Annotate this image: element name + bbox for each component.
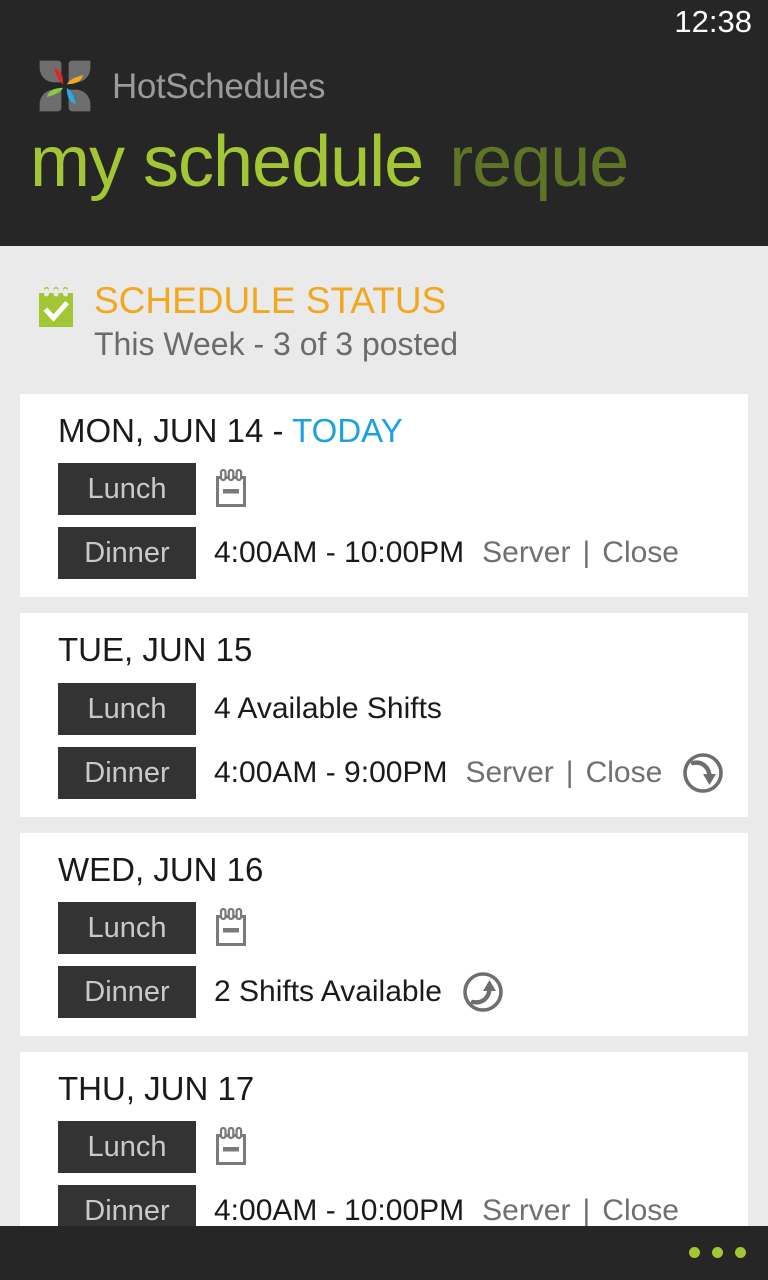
day-card-date-text: WED, JUN 16 [58, 850, 264, 888]
shift-separator: | [582, 536, 591, 570]
shift-separator: | [565, 755, 574, 789]
shift-row[interactable]: Lunch 4 Available Shifts [20, 682, 748, 735]
pickup-shift-down-arrow-icon[interactable] [662, 752, 724, 794]
day-card-date-text: THU, JUN 17 [58, 1069, 255, 1107]
dot [689, 1247, 700, 1258]
day-card[interactable]: WED, JUN 16 Lunch Dinner 2 Shifts Availa… [20, 832, 748, 1036]
shift-time: 4:00AM - 10:00PM [214, 1194, 465, 1226]
calendar-minus-icon [214, 469, 248, 509]
day-card[interactable]: MON, JUN 14 - TODAY Lunch Dinner 4:00AM … [20, 394, 748, 598]
shift-row[interactable]: Dinner 4:00AM - 9:00PM Server | Close [20, 746, 748, 799]
meal-badge-dinner[interactable]: Dinner [58, 746, 196, 799]
dot [712, 1247, 723, 1258]
shift-station: Close [602, 1194, 679, 1226]
shift-time: 4:00AM - 10:00PM [214, 536, 465, 570]
shift-row[interactable]: Lunch [20, 463, 748, 516]
day-card[interactable]: THU, JUN 17 Lunch Dinner 4:00AM - 10:00P… [20, 1051, 748, 1226]
meal-badge-lunch[interactable]: Lunch [58, 682, 196, 735]
dot [735, 1247, 746, 1258]
meal-badge-dinner[interactable]: Dinner [58, 527, 196, 580]
ellipsis-more-icon[interactable] [689, 1247, 746, 1258]
hotschedules-flower-logo-icon [36, 57, 94, 115]
day-card-date: MON, JUN 14 - TODAY [20, 410, 748, 451]
brand-name: HotSchedules [112, 66, 326, 106]
shift-row[interactable]: Lunch [20, 1121, 748, 1174]
meal-badge-dinner[interactable]: Dinner [58, 1185, 196, 1226]
shift-station: Close [602, 536, 679, 570]
shift-role: Server [482, 536, 571, 570]
schedule-status-title: SCHEDULE STATUS [94, 280, 447, 321]
day-card-date-text: MON, JUN 14 - [58, 412, 293, 450]
day-card-date: THU, JUN 17 [20, 1068, 748, 1109]
calendar-check-icon [36, 282, 76, 334]
shift-time: 4:00AM - 9:00PM [214, 755, 448, 789]
shift-row[interactable]: Dinner 2 Shifts Available [20, 965, 748, 1018]
calendar-minus-icon [214, 1127, 248, 1167]
day-card-date-text: TUE, JUN 15 [58, 631, 253, 669]
today-label: TODAY [292, 412, 403, 450]
bottom-app-bar [0, 1226, 768, 1280]
shift-role: Server [482, 1194, 571, 1226]
shift-separator: | [582, 1194, 591, 1226]
status-bar-clock: 12:38 [674, 4, 752, 39]
meal-badge-lunch[interactable]: Lunch [58, 901, 196, 954]
day-card-date: WED, JUN 16 [20, 849, 748, 890]
brand-row: HotSchedules [36, 55, 326, 117]
calendar-minus-icon [214, 907, 248, 948]
shift-role: Server [465, 755, 554, 789]
available-shifts-text: 2 Shifts Available [214, 974, 442, 1008]
meal-badge-lunch[interactable]: Lunch [58, 1121, 196, 1174]
pivot-tab-requests[interactable]: reque [449, 126, 629, 198]
shift-row[interactable]: Lunch [20, 901, 748, 954]
pivot-header: my schedule reque [30, 126, 629, 198]
pivot-tab-my-schedule[interactable]: my schedule [30, 126, 424, 198]
schedule-status-block: SCHEDULE STATUS This Week - 3 of 3 poste… [0, 246, 768, 362]
day-card-date: TUE, JUN 15 [20, 629, 748, 670]
shift-row[interactable]: Dinner 4:00AM - 10:00PM Server | Close [20, 1185, 748, 1226]
schedule-scroll-area[interactable]: SCHEDULE STATUS This Week - 3 of 3 poste… [0, 246, 768, 1226]
schedule-status-subtitle: This Week - 3 of 3 posted [94, 325, 459, 362]
system-status-bar: 12:38 [0, 0, 768, 52]
release-shift-up-arrow-icon[interactable] [442, 971, 504, 1013]
meal-badge-lunch[interactable]: Lunch [58, 463, 196, 516]
shift-station: Close [585, 755, 663, 789]
meal-badge-dinner[interactable]: Dinner [58, 965, 196, 1018]
available-shifts-text: 4 Available Shifts [214, 691, 442, 725]
app-header-chrome: 12:38 HotSchedules my schedule reque [0, 0, 768, 246]
shift-row[interactable]: Dinner 4:00AM - 10:00PM Server | Close [20, 527, 748, 580]
day-card-list: MON, JUN 14 - TODAY Lunch Dinner 4:00AM … [0, 394, 768, 1226]
day-card[interactable]: TUE, JUN 15 Lunch 4 Available Shifts Din… [20, 613, 748, 817]
